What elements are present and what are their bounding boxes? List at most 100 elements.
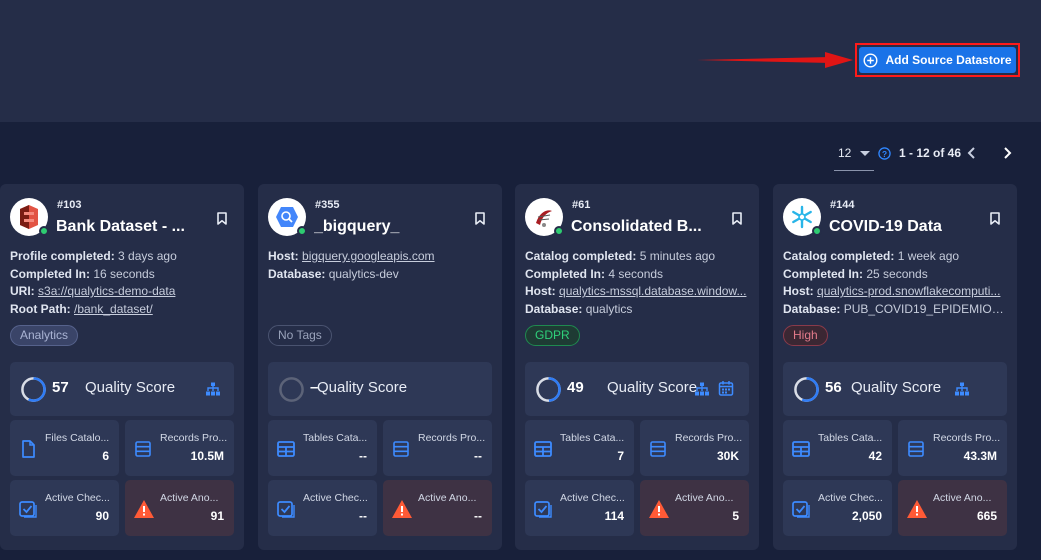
stat-tile[interactable]: Records Pro... 30K [640, 420, 749, 476]
checks-icon [18, 499, 38, 519]
stat-tile[interactable]: Active Chec... -- [268, 480, 377, 536]
detail-value: qualytics [585, 301, 633, 316]
stat-tile[interactable]: Tables Cata... 7 [525, 420, 634, 476]
bookmark-icon[interactable] [475, 212, 485, 225]
stat-tile[interactable]: Active Chec... 114 [525, 480, 634, 536]
quality-score-label: Quality Score [851, 379, 942, 396]
stat-value: 90 [95, 509, 109, 523]
next-page-icon[interactable] [1000, 145, 1014, 161]
detail-label: Catalog completed: [525, 249, 637, 263]
warning-icon [391, 499, 412, 519]
detail-label: URI: [10, 284, 35, 298]
stat-tile[interactable]: Files Catalo... 6 [10, 420, 119, 476]
records-icon [391, 439, 411, 459]
stat-value: 5 [732, 509, 739, 523]
calendar-icon[interactable] [718, 380, 734, 396]
datastore-name[interactable]: _bigquery_ [314, 218, 464, 236]
datastore-details: Catalog completed: 5 minutes ago Complete… [525, 248, 751, 318]
detail-link[interactable]: /bank_dataset/ [74, 302, 153, 316]
datastore-name[interactable]: Bank Dataset - ... [56, 218, 206, 236]
hierarchy-icon[interactable] [954, 381, 970, 397]
datastore-details: Profile completed: 3 days ago Completed I… [10, 248, 236, 318]
detail-link[interactable]: qualytics-mssql.database.window... [559, 284, 746, 298]
detail-row: Host: qualytics-mssql.database.window... [525, 283, 751, 301]
stat-label: Active Chec... [560, 492, 625, 504]
datastore-card-bank-dataset[interactable]: #103 Bank Dataset - ... Profile completed:… [0, 184, 244, 550]
stat-tile[interactable]: Records Pro... 43.3M [898, 420, 1007, 476]
quality-score-panel[interactable]: – Quality Score [268, 362, 492, 416]
stat-tile[interactable]: Active Chec... 2,050 [783, 480, 892, 536]
quality-score-panel[interactable]: 56 Quality Score [783, 362, 1007, 416]
detail-link[interactable]: s3a://qualytics-demo-data [38, 284, 175, 298]
stat-tile[interactable]: Tables Cata... -- [268, 420, 377, 476]
detail-row: Catalog completed: 5 minutes ago [525, 248, 751, 266]
tag-badge[interactable]: GDPR [525, 325, 580, 346]
stat-label: Active Chec... [818, 492, 883, 504]
datastore-details: Catalog completed: 1 week ago Completed I… [783, 248, 1009, 318]
quality-score-panel[interactable]: 49 Quality Score [525, 362, 749, 416]
status-online-indicator [812, 226, 822, 236]
hierarchy-icon[interactable] [205, 381, 221, 397]
detail-label: Host: [783, 284, 814, 298]
detail-label: Host: [268, 249, 299, 263]
records-icon [133, 439, 153, 459]
datastore-id: #103 [57, 199, 82, 211]
stat-label: Active Chec... [45, 492, 110, 504]
add-source-datastore-button[interactable]: Add Source Datastore [859, 47, 1016, 73]
detail-label: Database: [525, 301, 583, 316]
checks-icon [276, 499, 296, 519]
tag-badge[interactable]: High [783, 325, 828, 346]
stat-tile[interactable]: Active Ano... -- [383, 480, 492, 536]
table-icon [533, 439, 553, 459]
datastore-name[interactable]: COVID-19 Data [829, 218, 979, 236]
bookmark-icon[interactable] [990, 212, 1000, 225]
stat-tile[interactable]: Active Ano... 91 [125, 480, 234, 536]
datastore-id: #355 [315, 199, 340, 211]
warning-icon [906, 499, 927, 519]
detail-row: Database: PUB_COVID19_EPIDEMIOLO... [783, 301, 1009, 319]
detail-row: Database: qualytics-dev [268, 266, 494, 284]
quality-score-panel[interactable]: 57 Quality Score [10, 362, 234, 416]
stat-label: Active Ano... [160, 492, 219, 504]
stat-tile[interactable]: Active Chec... 90 [10, 480, 119, 536]
stat-label: Tables Cata... [303, 432, 368, 444]
stat-tile[interactable]: Active Ano... 5 [640, 480, 749, 536]
quality-score-ring [536, 377, 561, 402]
stat-label: Active Ano... [675, 492, 734, 504]
stat-value: 2,050 [851, 509, 882, 523]
page-size-value: 12 [838, 146, 852, 160]
status-online-indicator [554, 226, 564, 236]
hierarchy-icon[interactable] [694, 381, 710, 397]
stat-value: 91 [210, 509, 224, 523]
quality-score-value: 57 [52, 379, 69, 396]
tag-badge[interactable]: No Tags [268, 325, 332, 346]
stat-tile[interactable]: Tables Cata... 42 [783, 420, 892, 476]
detail-row: Host: bigquery.googleapis.com [268, 248, 494, 266]
table-icon [791, 439, 811, 459]
bookmark-icon[interactable] [217, 212, 227, 225]
datastore-card-consolidated-b[interactable]: #61 Consolidated B... Catalog completed: 5… [515, 184, 759, 550]
checks-icon [791, 499, 811, 519]
detail-link[interactable]: bigquery.googleapis.com [302, 249, 435, 263]
stat-tile[interactable]: Active Ano... 665 [898, 480, 1007, 536]
stat-value: 43.3M [963, 449, 997, 463]
datastore-name[interactable]: Consolidated B... [571, 218, 721, 236]
detail-label: Catalog completed: [783, 249, 895, 263]
detail-value: qualytics-dev [328, 266, 399, 281]
stat-tile[interactable]: Records Pro... 10.5M [125, 420, 234, 476]
bookmark-icon[interactable] [732, 212, 742, 225]
stat-label: Records Pro... [160, 432, 228, 444]
help-icon[interactable]: ? [878, 147, 891, 160]
stat-value: 665 [976, 509, 997, 523]
datastore-card-bigquery[interactable]: #355 _bigquery_ Host: bigquery.googleapis.… [258, 184, 502, 550]
tag-badge[interactable]: Analytics [10, 325, 79, 346]
previous-page-icon[interactable] [965, 145, 979, 161]
detail-link[interactable]: qualytics-prod.snowflakecomputi... [817, 284, 1000, 298]
table-icon [276, 439, 296, 459]
datastore-card-covid-19-data[interactable]: #144 COVID-19 Data Catalog completed: 1 we… [773, 184, 1017, 550]
detail-value: 16 seconds [93, 266, 155, 281]
page-size-select[interactable]: 12 [834, 143, 874, 171]
stat-tile[interactable]: Records Pro... -- [383, 420, 492, 476]
status-online-indicator [39, 226, 49, 236]
detail-value: 1 week ago [897, 249, 960, 263]
